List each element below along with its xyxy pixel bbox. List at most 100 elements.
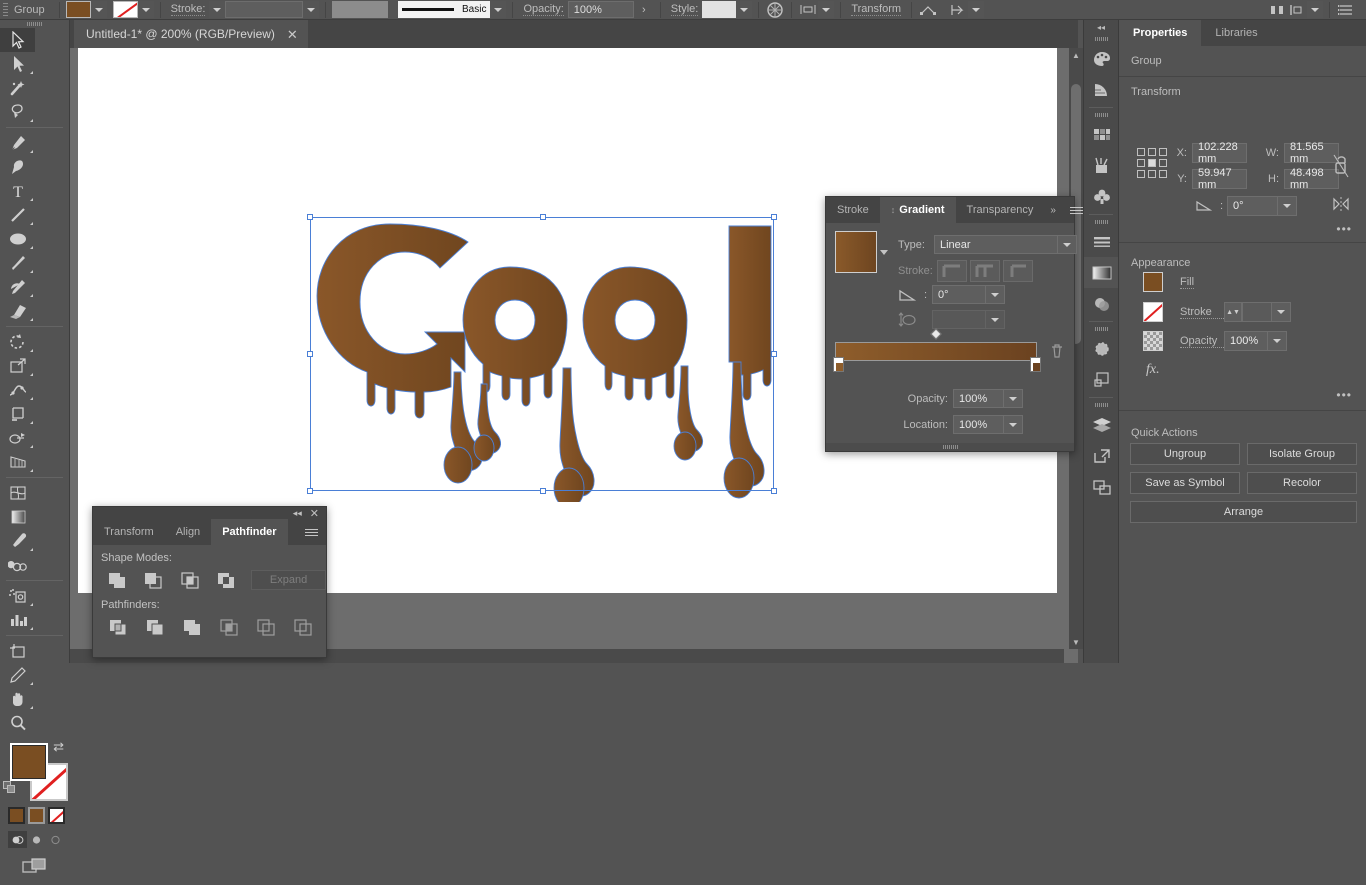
constrain-proportions-icon[interactable] [1332,153,1350,182]
fx-button[interactable]: fx. [1146,362,1160,378]
symbol-sprayer-tool[interactable] [0,584,35,608]
transform-w-field[interactable]: 81.565 mm [1284,141,1339,165]
ref-s[interactable] [1148,170,1156,178]
gradient-swatch-button[interactable] [28,807,45,824]
resize-handle-se[interactable] [771,488,777,494]
tools-panel-grip[interactable] [0,20,69,28]
brush-definition-field[interactable]: Basic [398,1,491,18]
gradient-opacity-dropdown-icon[interactable] [1004,389,1023,408]
flip-horizontal-icon[interactable] [1331,196,1351,215]
dock-group-grip[interactable] [1084,400,1118,409]
tab-transform[interactable]: Transform [93,519,165,545]
draw-behind-icon[interactable] [27,831,46,848]
graphic-styles-panel-icon[interactable] [1084,364,1119,395]
hand-tool[interactable] [0,687,35,711]
minus-front-icon[interactable] [136,568,172,592]
artboards-panel-icon[interactable] [1084,471,1119,502]
tab-libraries[interactable]: Libraries [1201,20,1271,46]
apply-gradient-within-stroke-icon[interactable] [937,260,967,282]
transform-y-field[interactable]: 59.947 mm [1192,167,1247,191]
recolor-artwork-icon[interactable] [765,1,785,19]
control-bar-grip[interactable] [0,0,10,19]
change-screen-mode-icon[interactable] [22,857,48,880]
stroke-weight-field[interactable] [225,1,304,18]
ref-e[interactable] [1159,159,1167,167]
gradient-location-dropdown-icon[interactable] [1004,415,1023,434]
rotate-tool[interactable] [0,330,35,354]
dock-collapse-icon[interactable]: ◂◂ [1084,20,1118,34]
arrange-button[interactable]: Arrange [1130,501,1357,523]
ref-se[interactable] [1159,170,1167,178]
layers-panel-icon[interactable] [1084,409,1119,440]
ref-ne[interactable] [1159,148,1167,156]
default-fill-stroke-icon[interactable] [3,781,16,794]
gradient-preview-swatch[interactable] [835,231,877,273]
delete-stop-icon[interactable] [1050,343,1064,362]
ref-n[interactable] [1148,148,1156,156]
graphic-style-swatch[interactable] [702,1,737,18]
links-panel-icon[interactable] [1084,440,1119,471]
color-swatch-button[interactable] [8,807,25,824]
unite-icon[interactable] [99,568,135,592]
resize-handle-ne[interactable] [771,214,777,220]
tab-pathfinder[interactable]: Pathfinder [211,519,288,545]
scroll-up-icon[interactable]: ▲ [1069,48,1083,62]
anchor-point-icon[interactable] [918,1,938,19]
gradient-angle-value[interactable]: 0° [932,285,986,304]
pen-tool[interactable] [0,131,35,155]
tab-transparency[interactable]: Transparency [956,197,1045,223]
appearance-more-options[interactable]: ••• [1336,388,1352,402]
rotate-angle-field[interactable]: 0° [1227,195,1278,216]
magic-wand-tool[interactable] [0,76,35,100]
transform-more-options[interactable]: ••• [1336,222,1352,236]
eraser-tool[interactable] [0,299,35,323]
none-swatch-button[interactable] [48,807,65,824]
pathfinder-panel-menu-icon[interactable] [297,519,326,545]
lasso-tool[interactable] [0,100,35,124]
slice-tool[interactable] [0,663,35,687]
gradient-type-dropdown-icon[interactable] [1058,235,1077,254]
width-tool[interactable] [0,378,35,402]
variable-width-profile[interactable] [332,1,389,18]
distribute-icon[interactable] [1287,1,1307,19]
opacity-field[interactable]: 100% [567,1,634,18]
intersect-icon[interactable] [172,568,208,592]
panel-overflow-icon[interactable]: » [1044,197,1062,223]
stroke-weight-stepper[interactable]: ▲▼ [1224,302,1242,322]
free-transform-tool[interactable] [0,402,35,426]
dock-group-grip[interactable] [1084,217,1118,226]
transparency-panel-icon[interactable] [1084,288,1119,319]
line-segment-tool[interactable] [0,203,35,227]
save-as-symbol-button[interactable]: Save as Symbol [1130,472,1240,494]
type-tool[interactable]: T [0,179,35,203]
transform-x-field[interactable]: 102.228 mm [1192,141,1247,165]
dock-group-grip[interactable] [1084,324,1118,333]
style-dropdown-icon[interactable] [736,1,753,18]
rotate-angle-dropdown-icon[interactable] [1278,195,1297,216]
gradient-angle-dropdown-icon[interactable] [986,285,1005,304]
dock-group-grip[interactable] [1084,110,1118,119]
column-graph-tool[interactable] [0,608,35,632]
recolor-button[interactable]: Recolor [1247,472,1357,494]
swatches-panel-icon[interactable] [1084,119,1119,150]
transform-h-field[interactable]: 48.498 mm [1284,167,1339,191]
opacity-options-icon[interactable] [1268,331,1287,351]
isolate-selected-object-icon[interactable] [948,1,968,19]
trim-icon[interactable] [136,615,173,639]
brush-definition-dropdown-icon[interactable] [490,1,507,18]
appearance-panel-icon[interactable] [1084,333,1119,364]
gradient-location-value[interactable]: 100% [953,415,1004,434]
document-tab[interactable]: Untitled-1* @ 200% (RGB/Preview) ✕ [74,20,308,48]
stroke-weight-dropdown-icon[interactable] [1272,302,1291,322]
gradient-stop-start[interactable] [833,357,844,372]
ungroup-button[interactable]: Ungroup [1130,443,1240,465]
exclude-icon[interactable] [209,568,245,592]
apply-gradient-across-stroke-icon[interactable] [1003,260,1033,282]
gradient-tool[interactable] [0,505,35,529]
minus-back-icon[interactable] [284,615,321,639]
collapse-icon[interactable]: ◂◂ [293,508,302,519]
expand-button[interactable]: Expand [251,570,327,590]
ellipse-tool[interactable] [0,227,35,251]
align-icon[interactable] [798,1,818,19]
ref-sw[interactable] [1137,170,1145,178]
